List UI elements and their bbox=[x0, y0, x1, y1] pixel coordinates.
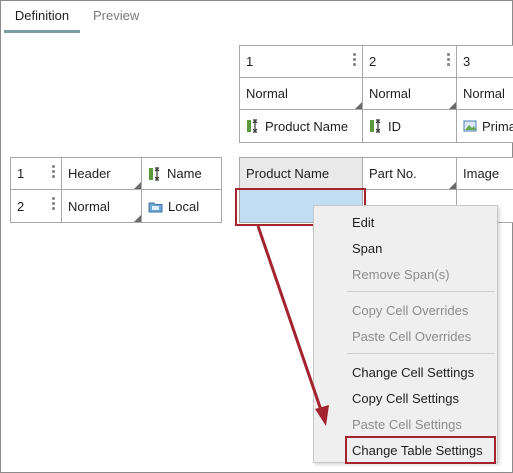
callout-arrow-icon bbox=[256, 225, 329, 426]
